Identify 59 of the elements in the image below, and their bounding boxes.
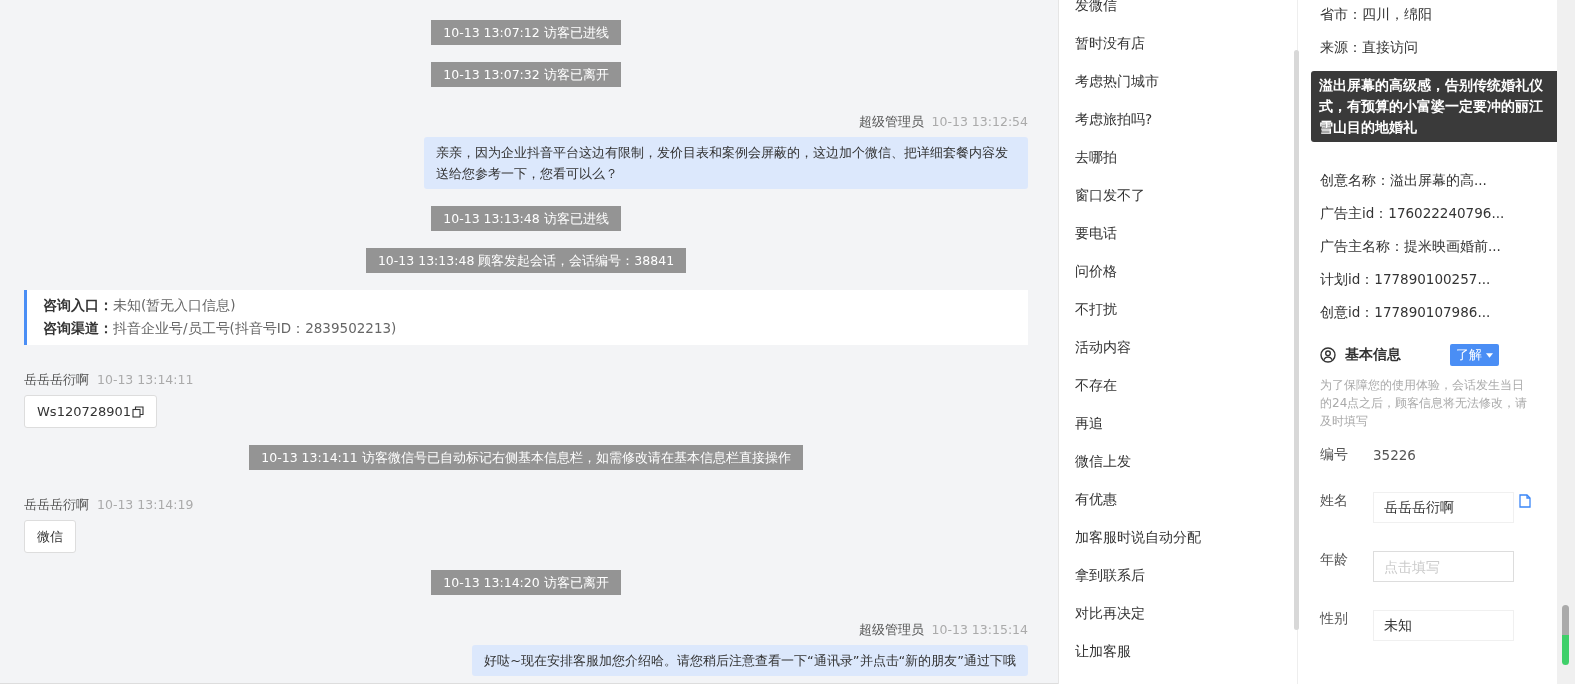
quick-reply-item[interactable]: 去哪拍 [1075,145,1297,183]
system-message: 10-13 13:07:32 访客已离开 [431,62,621,87]
detail-line: 创意id：177890107986... [1320,303,1492,322]
scrollbar[interactable] [1557,0,1575,684]
quick-reply-item[interactable]: 窗口发不了 [1075,183,1297,221]
info-line: 咨询入口：未知(暂无入口信息) [43,297,237,315]
message-time: 10-13 13:12:54 [931,114,1028,131]
quick-reply-item[interactable]: 要电话 [1075,221,1297,259]
quick-reply-item[interactable]: 考虑旅拍吗? [1075,107,1297,145]
quick-reply-item[interactable]: 问价格 [1075,259,1297,297]
message-text: 亲亲，因为企业抖音平台这边有限制，发价目表和案例会屏蔽的，这边加个微信、把详细套餐内容发送给您参考一下，您看可以么？ [436,144,1009,183]
detail-line: 广告主名称：提米映画婚前... [1320,237,1502,256]
message-text: 微信 [37,528,63,546]
field-label: 年龄 [1320,550,1349,569]
caret-icon [1486,352,1493,358]
quick-reply-item[interactable]: 暂时没有店 [1075,31,1297,69]
message-text: 好哒~现在安排客服加您介绍哈。请您稍后注意查看一下“通讯录”并点击“新的朋友”通过下哦 [484,652,1016,670]
scrollbar[interactable] [1294,50,1299,630]
field-label: 姓名 [1320,491,1349,510]
quick-reply-item[interactable]: 加客服时说自动分配 [1075,525,1297,563]
info-line: 咨询渠道：抖音企业号/员工号(抖音号ID：2839502213) [43,320,398,338]
input-field[interactable]: 岳岳岳衍啊 [1373,492,1514,523]
system-message: 10-13 13:07:12 访客已进线 [431,20,621,45]
copy-icon[interactable] [132,405,145,418]
sender-name: 超级管理员 [858,114,924,131]
message-time: 10-13 13:15:14 [931,622,1028,639]
sender-name: 岳岳岳衍啊 [24,372,89,389]
field-label: 编号 [1320,446,1349,464]
message-text: Ws120728901 [37,403,132,421]
quick-reply-item[interactable]: 拿到联系后 [1075,563,1297,601]
quick-reply-item[interactable]: 不打扰 [1075,297,1297,335]
system-message: 10-13 13:14:20 访客已离开 [431,570,621,595]
field-label: 性别 [1320,609,1349,628]
quick-reply-item[interactable]: 有优惠 [1075,487,1297,525]
quick-reply-item[interactable]: 活动内容 [1075,335,1297,373]
detail-line: 计划id：177890100257... [1320,270,1492,289]
section-title: 基本信息 [1345,346,1402,364]
detail-line: 广告主id：176022240796... [1320,204,1506,223]
sender-name: 岳岳岳衍啊 [24,497,89,514]
quick-reply-item[interactable]: 考虑热门城市 [1075,69,1297,107]
quick-reply-item[interactable]: 微信上发 [1075,449,1297,487]
detail-line: 来源：直接访问 [1320,38,1419,57]
quick-reply-item[interactable]: 对比再决定 [1075,601,1297,639]
system-message: 10-13 13:13:48 访客已进线 [431,206,621,231]
field-value: 35226 [1373,447,1416,463]
notice-text: 为了保障您的使用体验，会话发生当日的24点之后，顾客信息将无法修改，请及时填写 [1320,377,1529,430]
sender-name: 超级管理员 [858,622,924,639]
detail-line: 创意名称：溢出屏幕的高... [1320,171,1488,190]
system-message: 10-13 13:14:11 访客微信号已自动标记右侧基本信息栏，如需修改请在基本信息栏直接操作 [249,445,803,470]
user-icon [1320,347,1336,363]
message-time: 10-13 13:14:19 [97,497,194,514]
quick-reply-item[interactable]: 发微信 [1075,0,1297,31]
detail-line: 省市：四川，绵阳 [1320,5,1433,24]
message-time: 10-13 13:14:11 [97,372,194,389]
quick-reply-item[interactable]: 不存在 [1075,373,1297,411]
system-message: 10-13 13:13:48 顾客发起会话，会话编号：38841 [365,248,687,273]
input-field[interactable]: 未知 [1373,610,1514,641]
quick-reply-item[interactable]: 再追 [1075,411,1297,449]
quick-reply-item[interactable]: 让加客服 [1075,639,1297,677]
